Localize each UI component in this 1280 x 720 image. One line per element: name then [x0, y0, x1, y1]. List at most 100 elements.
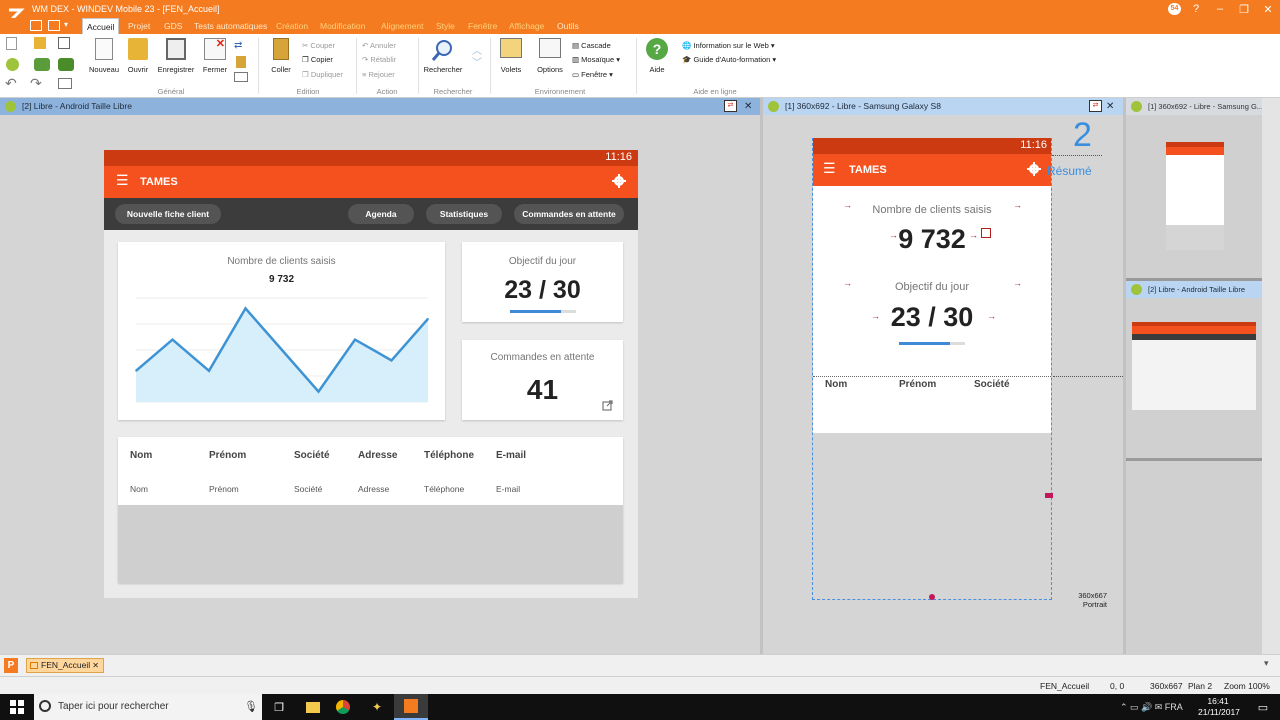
guide-button[interactable]: 🎓 Guide d'Auto-formation ▾ [682, 55, 776, 65]
clipboard-small-icon[interactable] [236, 56, 246, 68]
pane-switch-icon[interactable]: ⇄ [724, 100, 737, 112]
tab-gds[interactable]: GDS [160, 18, 186, 34]
resume-label[interactable]: Résumé [1047, 164, 1092, 178]
fenetre-button[interactable]: ▭ Fenêtre ▾ [572, 70, 613, 80]
pending-orders-button[interactable]: Commandes en attente [514, 204, 624, 224]
tab-affichage[interactable]: Affichage [505, 18, 548, 34]
agenda-button[interactable]: Agenda [348, 204, 414, 224]
thumb2-preview[interactable] [1132, 322, 1256, 430]
volets-button[interactable]: Volets [496, 38, 526, 74]
help-button[interactable]: ? [1184, 0, 1208, 18]
retablir-button[interactable]: ↷ Rétablir [362, 55, 396, 65]
dupliquer-button[interactable]: ❐ Dupliquer [302, 70, 343, 80]
resize-handle[interactable] [1045, 493, 1053, 498]
stats-button[interactable]: Statistiques [426, 204, 502, 224]
pane-switch-icon[interactable]: ⇄ [1089, 100, 1102, 112]
table-header-prenom[interactable]: Prénom [209, 450, 246, 461]
new-file-icon[interactable] [6, 37, 17, 50]
task-view-icon[interactable]: ❐ [262, 694, 296, 720]
system-tray-icons[interactable]: ⌃ ▭ 🔊 ✉ FRA [1120, 702, 1183, 713]
resize-handle[interactable] [929, 594, 935, 600]
phone-header-nom[interactable]: Nom [825, 379, 847, 390]
car-icon[interactable] [58, 58, 74, 71]
quick-open-icon[interactable] [48, 20, 60, 31]
thumb2-header[interactable]: [2] Libre - Android Taille Libre [1126, 281, 1262, 298]
thumb1-preview[interactable] [1166, 142, 1224, 250]
copier-button[interactable]: ❐ Copier [302, 55, 333, 65]
table-header-adresse[interactable]: Adresse [358, 450, 397, 461]
sync-icon[interactable]: ⇄ [234, 40, 250, 52]
user-badge[interactable]: 54 [1168, 3, 1181, 15]
table-header-societe[interactable]: Société [294, 450, 330, 461]
redo-arrow-icon[interactable]: ↷ [30, 76, 42, 90]
nouveau-button[interactable]: Nouveau [86, 38, 122, 74]
tab-style[interactable]: Style [432, 18, 459, 34]
tab-accueil[interactable]: Accueil [82, 18, 120, 34]
annuler-button[interactable]: ↶ Annuler [362, 41, 396, 51]
aide-button[interactable]: ? Aide [642, 38, 672, 74]
tab-list-dropdown-icon[interactable]: ▾ [1264, 658, 1269, 669]
settings-gear-icon[interactable] [1027, 162, 1041, 176]
notifications-icon[interactable]: ▭ [1246, 694, 1280, 720]
rejouer-button[interactable]: ≡ Rejouer [362, 70, 395, 80]
tab-tests[interactable]: Tests automatiques [190, 18, 271, 34]
table-header-nom[interactable]: Nom [130, 450, 152, 461]
open-external-icon[interactable] [602, 400, 613, 411]
status-plan[interactable]: Plan 2 [1188, 681, 1212, 691]
quick-access-dropdown-icon[interactable]: ▾ [64, 20, 70, 31]
options-button[interactable]: Options [532, 38, 568, 74]
taskbar-clock[interactable]: 16:41 21/11/2017 [1198, 696, 1240, 718]
minimize-button[interactable]: – [1208, 0, 1232, 18]
mosaique-button[interactable]: ▥ Mosaïque ▾ [572, 55, 620, 65]
table-header-telephone[interactable]: Téléphone [424, 450, 474, 461]
webdev-icon[interactable]: ✦ [360, 694, 394, 720]
new-client-button[interactable]: Nouvelle fiche client [115, 204, 221, 224]
couper-button[interactable]: ✂ Couper [302, 41, 335, 51]
table-header-email[interactable]: E-mail [496, 450, 526, 461]
window-icon[interactable] [58, 78, 72, 89]
pane-close-icon[interactable]: ✕ [744, 98, 752, 115]
pane-close-icon[interactable]: ✕ [1106, 98, 1114, 115]
table-row[interactable]: Nom Prénom Société Adresse Téléphone E-m… [118, 473, 623, 505]
print-icon[interactable] [234, 72, 248, 82]
chrome-icon[interactable] [326, 694, 360, 720]
search-nav-icon[interactable]: ︿ ﹀ [472, 46, 482, 70]
open-folder-icon[interactable] [34, 37, 46, 49]
fermer-button[interactable]: ✕ Fermer [200, 38, 230, 74]
tab-outils[interactable]: Outils [553, 18, 583, 34]
windev-taskbar-icon[interactable] [394, 694, 428, 720]
close-button[interactable]: ✕ [1256, 0, 1280, 18]
file-explorer-icon[interactable] [296, 694, 330, 720]
coller-button[interactable]: Coller [264, 38, 298, 74]
tab-alignement[interactable]: Alignement [377, 18, 428, 34]
ouvrir-button[interactable]: Ouvrir [122, 38, 154, 74]
phone-header-prenom[interactable]: Prénom [899, 379, 936, 390]
thumb1-header[interactable]: [1] 360x692 - Libre - Samsung G... [1126, 98, 1262, 115]
android-icon[interactable] [6, 58, 19, 71]
left-pane-header[interactable]: [2] Libre - Android Taille Libre ⇄ ✕ [0, 98, 760, 115]
menu-icon[interactable]: ☰ [116, 172, 129, 189]
save-small-icon[interactable] [58, 37, 70, 49]
tab-close-icon[interactable]: ✕ [92, 659, 99, 672]
open-external-icon[interactable] [981, 228, 991, 238]
tab-modification[interactable]: Modification [316, 18, 369, 34]
right-scrollbar[interactable] [1262, 98, 1280, 654]
center-pane-header[interactable]: [1] 360x692 - Libre - Samsung Galaxy S8 … [763, 98, 1123, 115]
windows-start-icon[interactable] [0, 694, 34, 720]
maximize-button[interactable]: ❐ [1232, 0, 1256, 18]
phone-header-societe[interactable]: Société [974, 379, 1010, 390]
project-icon[interactable]: P [4, 658, 18, 673]
info-web-button[interactable]: 🌐 Information sur le Web ▾ [682, 41, 775, 51]
document-tab-fen-accueil[interactable]: FEN_Accueil ✕ [26, 658, 104, 673]
rechercher-button[interactable]: Rechercher [422, 38, 464, 74]
car-green-icon[interactable] [34, 58, 50, 71]
enregistrer-button[interactable]: Enregistrer [154, 38, 198, 74]
settings-gear-icon[interactable] [612, 174, 626, 188]
menu-icon[interactable]: ☰ [823, 160, 836, 177]
quick-save-icon[interactable] [30, 20, 42, 31]
status-zoom[interactable]: Zoom 100% [1224, 681, 1270, 691]
tab-fenetre[interactable]: Fenêtre [464, 18, 501, 34]
undo-arrow-icon[interactable]: ↶ [5, 76, 17, 90]
cascade-button[interactable]: ▤ Cascade [572, 41, 611, 51]
tab-creation[interactable]: Création [272, 18, 312, 34]
